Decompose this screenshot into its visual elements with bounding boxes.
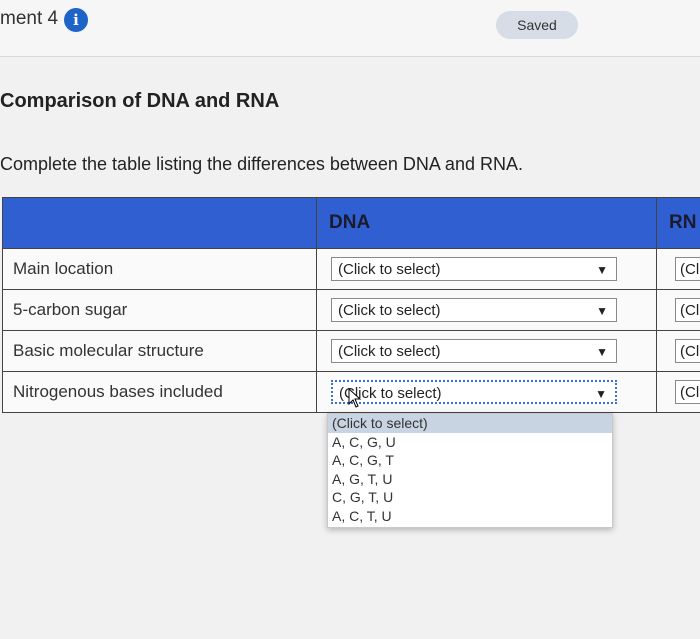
chevron-down-icon: ▼ (596, 304, 608, 318)
rna-select-main-location[interactable]: (Cli (675, 257, 700, 281)
dropdown-option[interactable]: A, C, G, U (328, 433, 612, 452)
top-bar: ment 4 i Saved (0, 0, 700, 57)
row-label: Main location (2, 248, 317, 290)
dna-select-molecular-structure[interactable]: (Click to select) ▼ (331, 339, 617, 363)
row-label: Nitrogenous bases included (2, 371, 317, 413)
table-header-row: DNA RN (2, 197, 700, 249)
rna-cell: (Cli (656, 289, 700, 331)
chevron-down-icon: ▼ (596, 345, 608, 359)
assignment-title: ment 4 (0, 8, 59, 29)
select-value: (Click to select) (338, 302, 441, 319)
dropdown-option[interactable]: A, C, T, U (328, 507, 612, 526)
dna-cell: (Click to select) ▼ (316, 330, 657, 372)
table-row: 5-carbon sugar (Click to select) ▼ (Cli (2, 289, 700, 331)
rna-cell: (Clic (656, 371, 700, 413)
dropdown-option[interactable]: A, G, T, U (328, 470, 612, 489)
rna-cell: (Cli (656, 248, 700, 290)
table-header-rna: RN (656, 197, 700, 249)
question-instructions: Complete the table listing the differenc… (0, 154, 523, 174)
table-row: Basic molecular structure (Click to sele… (2, 330, 700, 372)
dropdown-option[interactable]: C, G, T, U (328, 488, 612, 507)
comparison-table: DNA RN Main location (Click to select) ▼… (2, 197, 700, 413)
select-value: (Click to select) (338, 261, 441, 278)
info-icon[interactable]: i (64, 8, 88, 32)
dna-cell: (Click to select) ▼ (316, 248, 657, 290)
saved-status-badge: Saved (496, 11, 578, 39)
chevron-down-icon: ▼ (596, 263, 608, 277)
row-label: Basic molecular structure (2, 330, 317, 372)
dna-select-nitrogenous-bases[interactable]: (Click to select) ▼ (331, 380, 617, 404)
dropdown-options-list: (Click to select) A, C, G, U A, C, G, T … (327, 413, 613, 528)
chevron-down-icon: ▼ (595, 387, 607, 401)
rna-select-5-carbon-sugar[interactable]: (Cli (675, 298, 700, 322)
question-heading: Comparison of DNA and RNA (0, 90, 280, 112)
row-label: 5-carbon sugar (2, 289, 317, 331)
table-header-dna: DNA (316, 197, 657, 249)
table-row: Main location (Click to select) ▼ (Cli (2, 248, 700, 290)
dropdown-option[interactable]: (Click to select) (328, 414, 612, 433)
dna-select-main-location[interactable]: (Click to select) ▼ (331, 257, 617, 281)
rna-select-molecular-structure[interactable]: (Clic (675, 339, 700, 363)
dna-select-5-carbon-sugar[interactable]: (Click to select) ▼ (331, 298, 617, 322)
dna-cell: (Click to select) ▼ (316, 289, 657, 331)
dna-cell: (Click to select) ▼ (316, 371, 657, 413)
table-header-blank (2, 197, 317, 249)
rna-select-nitrogenous-bases[interactable]: (Clic (675, 380, 700, 404)
rna-cell: (Clic (656, 330, 700, 372)
dropdown-option[interactable]: A, C, G, T (328, 451, 612, 470)
mouse-pointer-icon (348, 388, 362, 408)
select-value: (Click to select) (338, 343, 441, 360)
